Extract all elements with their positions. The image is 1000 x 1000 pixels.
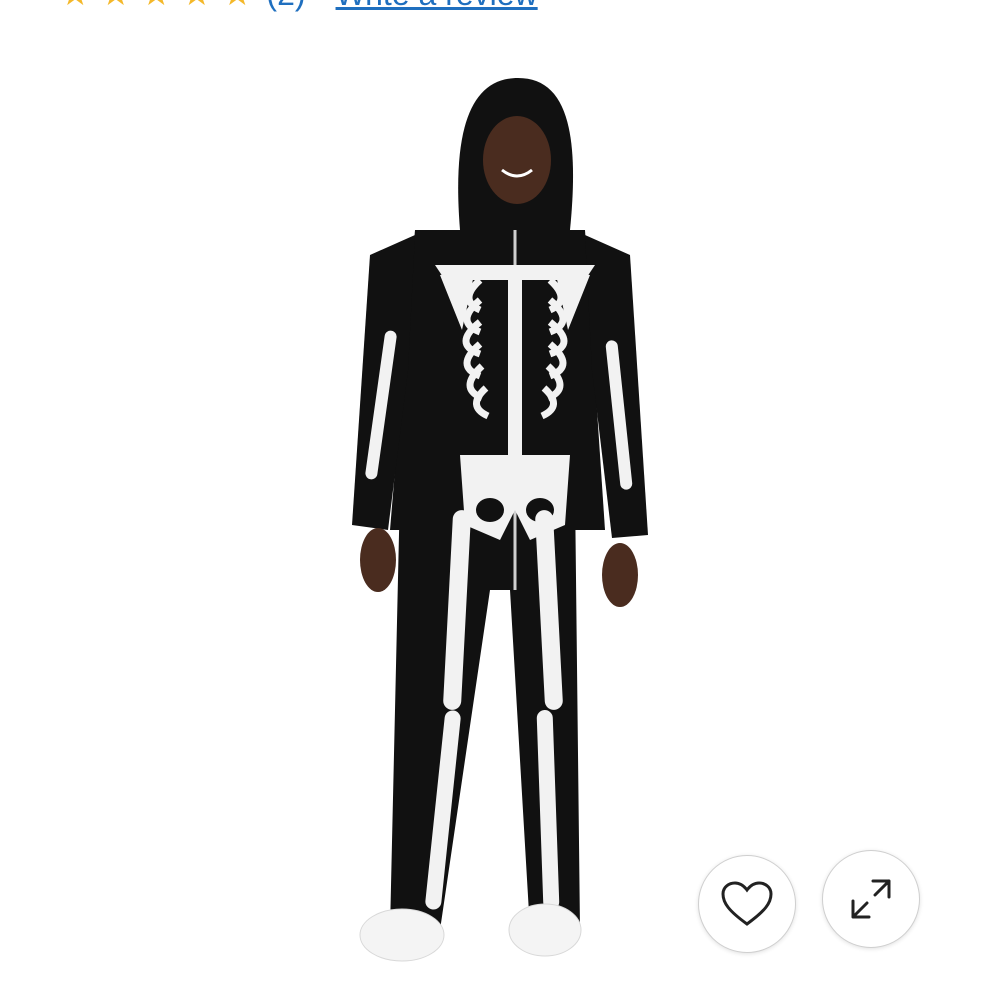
star-icon: ★ (181, 0, 211, 11)
face (483, 116, 551, 204)
shoe-right (508, 903, 582, 957)
star-rating[interactable]: ★ ★ ★ ★ ★ (60, 0, 252, 11)
heart-icon (721, 881, 773, 926)
favorite-button[interactable] (698, 855, 796, 953)
pelvis-hole-left (476, 498, 504, 522)
expand-icon (851, 879, 891, 919)
expand-image-button[interactable] (822, 850, 920, 948)
star-icon: ★ (60, 0, 90, 11)
star-icon: ★ (100, 0, 130, 11)
left-hand (360, 528, 396, 592)
spine (508, 270, 522, 470)
star-icon: ★ (141, 0, 171, 11)
rating-row: ★ ★ ★ ★ ★ (2) Write a review (60, 0, 538, 14)
star-icon: ★ (222, 0, 252, 11)
product-image[interactable] (330, 70, 670, 970)
write-review-link[interactable]: Write a review (336, 0, 538, 13)
right-hand (602, 543, 638, 607)
shoe-left (359, 908, 445, 962)
review-count[interactable]: (2) (266, 0, 305, 13)
